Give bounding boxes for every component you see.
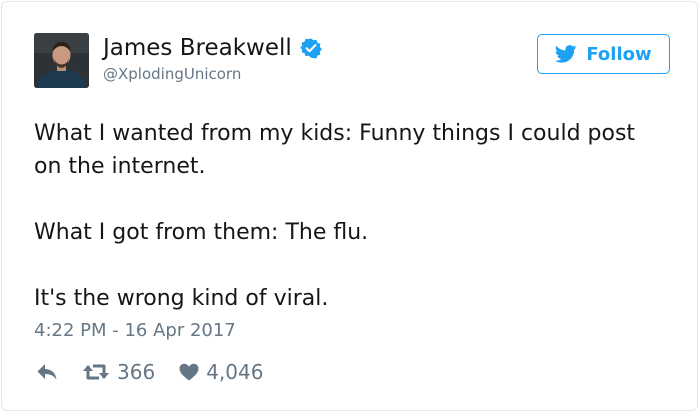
reply-arrow-icon — [36, 363, 58, 381]
follow-button-label: Follow — [586, 43, 652, 65]
avatar-photo-icon — [34, 33, 89, 88]
tweet-card: James Breakwell @XplodingUnicorn Follow … — [1, 1, 698, 411]
user-handle[interactable]: @XplodingUnicorn — [103, 64, 241, 84]
reply-button[interactable] — [36, 363, 58, 381]
tweet-paragraph: It's the wrong kind of viral. — [34, 286, 329, 311]
retweet-count: 366 — [117, 360, 156, 384]
tweet-timestamp[interactable]: 4:22 PM - 16 Apr 2017 — [34, 319, 236, 343]
tweet-paragraph: What I got from them: The flu. — [34, 220, 369, 245]
avatar[interactable] — [34, 33, 89, 88]
display-name-row: James Breakwell — [103, 33, 322, 63]
twitter-bird-icon — [555, 45, 577, 63]
display-name[interactable]: James Breakwell — [103, 33, 292, 63]
follow-button[interactable]: Follow — [537, 34, 670, 74]
heart-icon — [179, 363, 199, 381]
like-count: 4,046 — [206, 360, 264, 384]
like-button[interactable]: 4,046 — [179, 360, 263, 384]
verified-badge-icon — [299, 37, 322, 59]
tweet-actions: 366 4,046 — [36, 358, 263, 386]
retweet-button[interactable]: 366 — [82, 360, 155, 384]
retweet-icon — [82, 362, 110, 382]
tweet-paragraph: What I wanted from my kids: Funny things… — [34, 121, 636, 179]
tweet-text: What I wanted from my kids: Funny things… — [34, 117, 664, 315]
